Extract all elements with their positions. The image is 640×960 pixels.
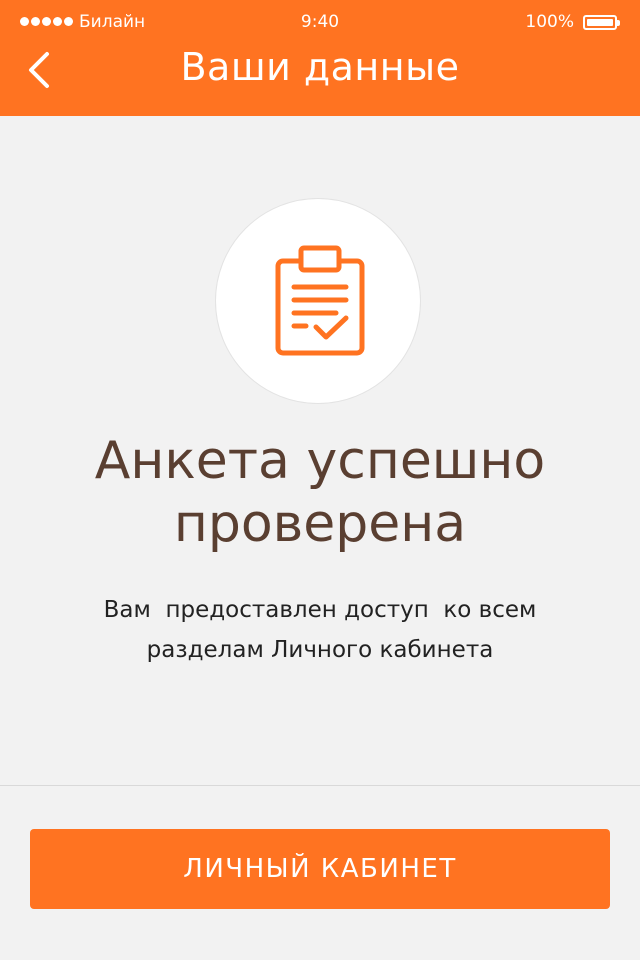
description-line-2: разделам Личного кабинета xyxy=(146,637,494,663)
battery-percent: 100% xyxy=(525,12,574,32)
success-heading: Анкета успешно проверена xyxy=(0,430,640,556)
page-title: Ваши данные xyxy=(180,45,460,89)
divider xyxy=(0,785,640,786)
success-description: Вам предоставлен доступ ко всем разделам… xyxy=(0,590,640,670)
description-line-1: Вам предоставлен доступ ко всем xyxy=(103,597,537,623)
back-button[interactable] xyxy=(18,48,62,92)
navigation-bar: Билайн 9:40 100% Ваши данные xyxy=(0,0,640,116)
personal-cabinet-button[interactable]: ЛИЧНЫЙ КАБИНЕТ xyxy=(30,829,610,909)
battery-icon xyxy=(583,15,620,30)
heading-line-1: Анкета успешно xyxy=(94,431,546,491)
status-bar: Билайн 9:40 100% xyxy=(0,0,640,44)
personal-cabinet-label: ЛИЧНЫЙ КАБИНЕТ xyxy=(183,854,457,884)
chevron-left-icon xyxy=(29,52,49,88)
clipboard-check-icon xyxy=(275,245,365,356)
status-icon-circle xyxy=(215,198,421,404)
heading-line-2: проверена xyxy=(173,494,467,554)
